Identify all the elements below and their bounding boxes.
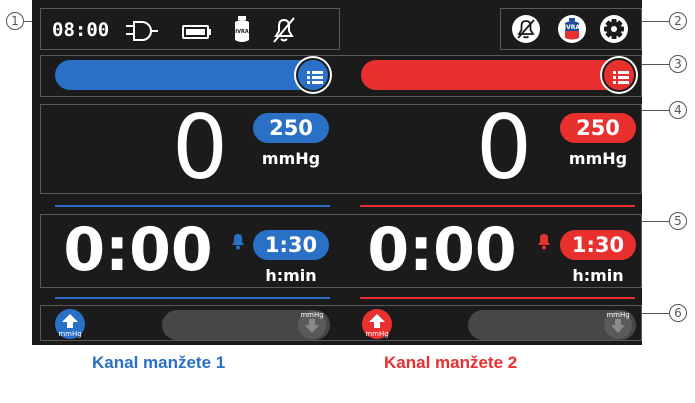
channel2-menu-button[interactable]	[602, 58, 636, 92]
callout-5-line	[642, 221, 669, 222]
ivra-label: IVRA	[235, 29, 249, 35]
pressure-row	[40, 104, 642, 194]
channel2-separator-2	[360, 297, 635, 299]
channel2-time-setpoint[interactable]: 1:30	[560, 230, 636, 260]
channel2-separator	[360, 205, 635, 207]
channel1-separator-2	[55, 297, 330, 299]
gear-icon	[604, 19, 624, 39]
mute-alarm-button[interactable]	[512, 15, 540, 43]
channel2-pressure-setpoint[interactable]: 250	[560, 113, 636, 143]
channel2-inflate-unit: mmHg	[365, 330, 389, 338]
callout-4: 4	[669, 101, 687, 119]
channel1-inflate-unit: mmHg	[58, 330, 82, 338]
channel2-status-bar	[361, 60, 623, 90]
callout-4-line	[642, 110, 669, 111]
plug-icon	[124, 20, 160, 42]
alarm-muted-icon	[272, 16, 296, 44]
callout-3: 3	[669, 55, 687, 73]
channel2-pressure-unit: mmHg	[568, 149, 628, 168]
ivra-button-label: IVRA	[563, 24, 581, 31]
callout-3-line	[642, 64, 669, 65]
alarm-bell-icon	[230, 232, 246, 250]
channel1-separator	[55, 205, 330, 207]
channel1-caption: Kanal manžete 1	[92, 353, 226, 372]
channel1-time-unit: h:min	[265, 266, 317, 285]
channel1-pressure-unit: mmHg	[261, 149, 321, 168]
channel1-menu-button[interactable]	[296, 58, 330, 92]
battery-icon	[182, 24, 212, 39]
channel1-status-bar	[55, 60, 317, 90]
callout-6: 6	[669, 304, 687, 322]
alarm-muted-icon	[517, 19, 535, 39]
alarm-bell-icon	[536, 232, 552, 250]
channel1-time-setpoint[interactable]: 1:30	[253, 230, 329, 260]
callout-6-line	[642, 313, 669, 314]
callout-5: 5	[669, 212, 687, 230]
list-icon	[307, 71, 323, 84]
list-icon	[613, 71, 629, 84]
settings-button[interactable]	[600, 15, 628, 43]
channel1-deflate-unit: mmHg	[300, 311, 324, 319]
channel2-deflate-unit: mmHg	[606, 311, 630, 319]
channel2-pressure-value: 0	[476, 96, 532, 199]
channel2-time-unit: h:min	[572, 266, 624, 285]
channel1-elapsed-time: 0:00	[63, 215, 213, 285]
callout-2-line	[642, 21, 669, 22]
channel2-caption: Kanal manžete 2	[384, 353, 518, 372]
clock-time: 08:00	[52, 19, 110, 41]
callout-2: 2	[669, 12, 687, 30]
channel1-pressure-setpoint[interactable]: 250	[253, 113, 329, 143]
channel2-elapsed-time: 0:00	[367, 215, 517, 285]
channel1-pressure-value: 0	[172, 96, 228, 199]
callout-1: 1	[6, 12, 24, 30]
